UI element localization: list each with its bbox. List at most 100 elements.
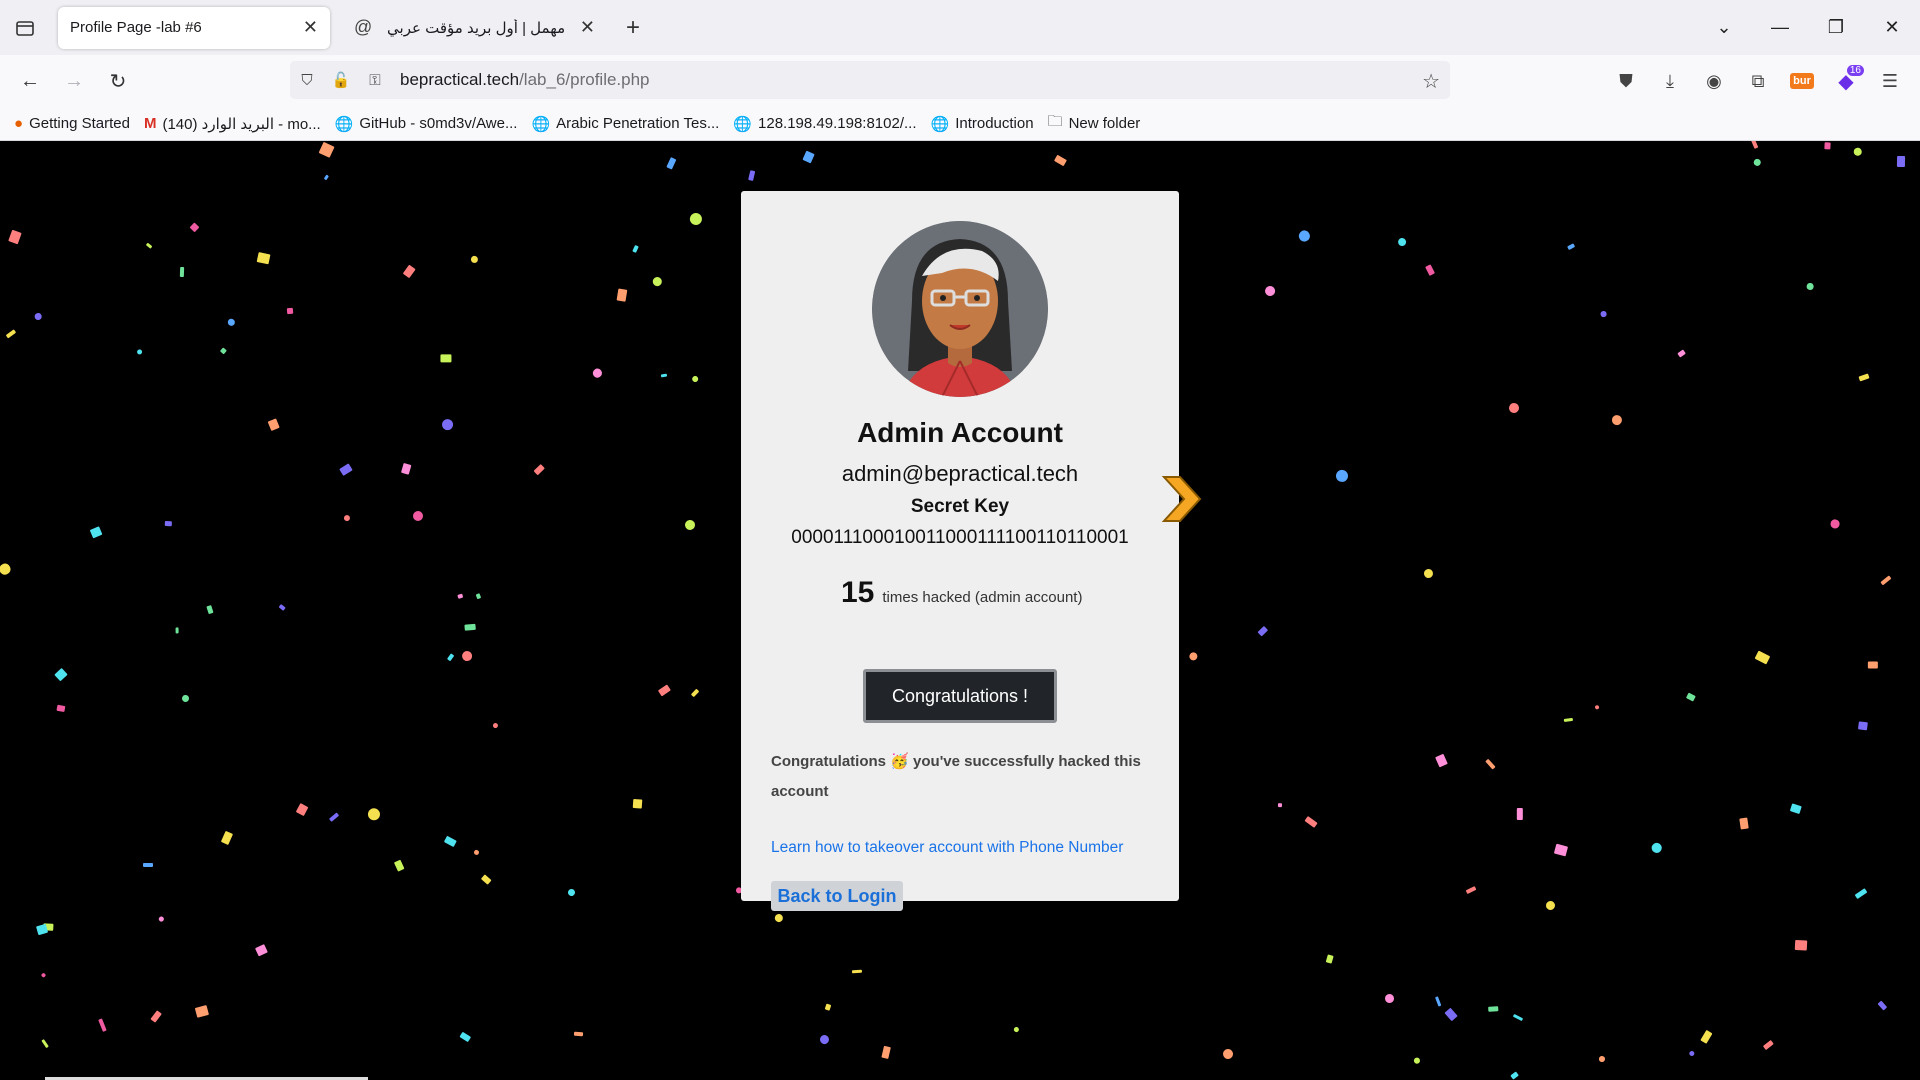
confetti-piece — [366, 806, 381, 821]
shield-icon[interactable]: ⛉ — [290, 72, 324, 89]
confetti-piece — [1739, 817, 1749, 830]
confetti-piece — [1488, 1006, 1499, 1013]
bookmark-new-folder[interactable]: 🗀 New folder — [1048, 111, 1141, 136]
confetti-piece — [267, 418, 281, 431]
congratulations-button[interactable]: Congratulations ! — [863, 669, 1057, 723]
tab-title: مهمل | أول بريد مؤقت عربي — [387, 19, 566, 37]
confetti-piece — [195, 1004, 210, 1018]
at-icon: @ — [354, 17, 373, 37]
confetti-piece — [145, 242, 153, 249]
bookmark-label: New folder — [1068, 115, 1141, 132]
confetti-piece — [1762, 1040, 1774, 1050]
bookmark-label: Introduction — [955, 115, 1034, 132]
confetti-piece — [1700, 1030, 1713, 1044]
confetti-piece — [180, 266, 185, 277]
confetti-piece — [661, 373, 668, 378]
folder-icon: 🗀 — [1047, 113, 1063, 130]
confetti-piece — [1649, 840, 1664, 855]
firefox-icon: ● — [14, 115, 24, 132]
confetti-piece — [56, 704, 66, 712]
confetti-piece — [566, 888, 577, 898]
confetti-piece — [666, 157, 677, 170]
confetti-piece — [1423, 568, 1434, 580]
confetti-piece — [1507, 401, 1521, 415]
confetti-piece — [683, 519, 696, 531]
confetti-piece — [1297, 228, 1312, 244]
globe-icon: 🌐 — [531, 115, 551, 133]
close-tab-icon[interactable]: ✕ — [303, 17, 318, 38]
chevron-right-icon[interactable] — [1158, 473, 1204, 525]
burp-extension-icon[interactable]: bur — [1782, 61, 1822, 101]
confetti-piece — [227, 318, 235, 327]
confetti-piece — [318, 141, 335, 158]
confetti-piece — [440, 354, 451, 363]
new-tab-button[interactable]: + — [613, 14, 653, 42]
confetti-piece — [219, 346, 227, 355]
confetti-piece — [1326, 954, 1335, 964]
close-tab-icon[interactable]: ✕ — [580, 17, 595, 38]
phone-takeover-link[interactable]: Learn how to takeover account with Phone… — [771, 839, 1123, 857]
tab-list-button[interactable] — [0, 0, 50, 55]
confetti-piece — [323, 174, 329, 181]
confetti-piece — [164, 520, 173, 527]
url-path: /lab_6/profile.php — [519, 70, 650, 89]
confetti-piece — [41, 1039, 50, 1049]
bookmark-label: 128.198.49.198:8102/... — [758, 115, 917, 132]
confetti-piece — [328, 812, 339, 823]
permissions-icon[interactable]: 🔓 — [324, 71, 358, 89]
bookmark-gmail[interactable]: M البريد الوارد (140) - mo... — [144, 115, 321, 133]
confetti-piece — [691, 375, 699, 383]
restore-button[interactable]: ❐ — [1808, 17, 1864, 38]
confetti-piece — [1567, 243, 1575, 251]
confetti-piece — [439, 416, 456, 433]
forward-arrow-icon[interactable]: → — [52, 61, 96, 101]
confetti-piece — [533, 464, 545, 476]
profile-card: Admin Account admin@bepractical.tech Sec… — [741, 191, 1179, 911]
bookmark-star-icon[interactable]: ☆ — [1422, 69, 1440, 94]
tab-profile-page[interactable]: Profile Page -lab #6 ✕ — [58, 6, 330, 49]
bookmark-github[interactable]: 🌐 GitHub - s0md3v/Awe... — [335, 115, 518, 133]
url-text[interactable]: bepractical.tech/lab_6/profile.php — [400, 70, 650, 90]
confetti-piece — [142, 863, 153, 868]
confetti-piece — [1263, 284, 1277, 298]
confetti-piece — [1336, 469, 1349, 482]
url-bar[interactable]: ⛉ 🔓 ⚿ bepractical.tech/lab_6/profile.php… — [290, 61, 1450, 99]
download-icon[interactable]: ⤓ — [1650, 61, 1690, 101]
confetti-piece — [1857, 720, 1868, 731]
bookmark-ip-address[interactable]: 🌐 128.198.49.198:8102/... — [733, 115, 916, 133]
confetti-piece — [40, 972, 47, 979]
confetti-piece — [747, 170, 756, 181]
tab-overflow-chevron-icon[interactable]: ⌄ — [1696, 17, 1752, 38]
confetti-piece — [1601, 310, 1608, 318]
pocket-icon[interactable]: ⛊ — [1606, 61, 1646, 101]
confetti-piece — [1795, 939, 1808, 951]
confetti-piece — [254, 944, 268, 957]
confetti-piece — [1563, 717, 1573, 722]
confetti-piece — [1858, 373, 1870, 382]
close-window-button[interactable]: ✕ — [1864, 17, 1920, 38]
bookmark-arabic-pentest[interactable]: 🌐 Arabic Penetration Tes... — [531, 115, 719, 133]
key-icon[interactable]: ⚿ — [358, 72, 392, 89]
bookmark-introduction[interactable]: 🌐 Introduction — [931, 115, 1034, 133]
confetti-piece — [690, 688, 699, 698]
back-arrow-icon[interactable]: ← — [8, 61, 52, 101]
account-icon[interactable]: ◉ — [1694, 61, 1734, 101]
congrats-text-start: Congratulations — [771, 753, 886, 770]
confetti-piece — [617, 288, 628, 302]
extensions-icon[interactable]: ⧉ — [1738, 61, 1778, 101]
confetti-piece — [393, 859, 405, 872]
hack-count-label: times hacked (admin account) — [882, 589, 1083, 606]
reload-icon[interactable]: ↻ — [96, 61, 140, 101]
extension-badge-icon[interactable]: ◆ 16 — [1826, 61, 1866, 101]
profile-name: Admin Account — [857, 417, 1063, 448]
menu-icon[interactable]: ☰ — [1870, 61, 1910, 101]
confetti-piece — [412, 510, 424, 521]
confetti-piece — [1880, 575, 1892, 586]
confetti-piece — [1484, 758, 1495, 769]
minimize-button[interactable]: — — [1752, 17, 1808, 38]
confetti-piece — [1517, 807, 1524, 820]
tab-temp-mail[interactable]: @ مهمل | أول بريد مؤقت عربي ✕ — [342, 7, 607, 49]
confetti-piece — [1384, 993, 1394, 1004]
back-to-login-button[interactable]: Back to Login — [771, 881, 903, 911]
bookmark-getting-started[interactable]: ● Getting Started — [14, 115, 130, 132]
